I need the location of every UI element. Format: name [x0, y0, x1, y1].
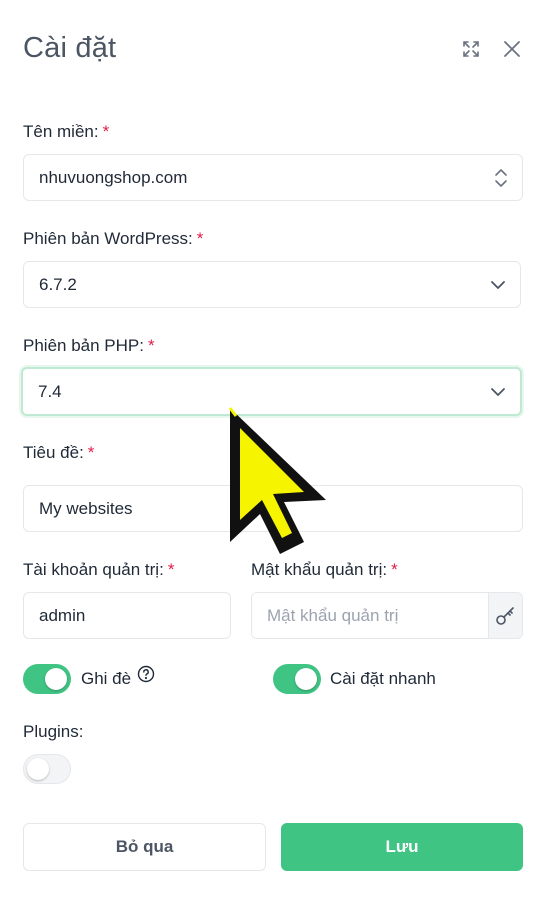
admin-password-input[interactable] [252, 593, 488, 638]
wordpress-version-value: 6.7.2 [39, 274, 77, 294]
expand-icon[interactable] [460, 38, 482, 60]
chevron-down-icon [490, 384, 506, 400]
generate-password-button[interactable] [488, 593, 522, 638]
required-mark: * [196, 229, 204, 248]
php-version-label: Phiên bản PHP: * [23, 336, 155, 355]
required-mark: * [167, 560, 175, 579]
close-icon[interactable] [501, 38, 523, 60]
help-icon[interactable] [137, 665, 155, 683]
site-title-value: My websites [39, 498, 133, 518]
admin-user-value: admin [39, 605, 86, 625]
wordpress-version-select[interactable]: 6.7.2 [23, 261, 521, 308]
chevron-down-icon [490, 277, 506, 293]
quick-install-label: Cài đặt nhanh [330, 669, 436, 688]
admin-password-group [251, 592, 523, 639]
chevron-updown-icon [493, 166, 509, 190]
admin-password-label: Mật khẩu quản trị: * [251, 560, 398, 579]
site-title-label: Tiêu đề: * [23, 443, 95, 462]
required-mark: * [87, 443, 95, 462]
domain-value: nhuvuongshop.com [39, 167, 188, 187]
domain-select[interactable]: nhuvuongshop.com [23, 154, 523, 201]
toggle-knob [295, 668, 317, 690]
admin-user-input[interactable]: admin [23, 592, 231, 639]
cancel-button[interactable]: Bỏ qua [23, 823, 266, 871]
key-icon [494, 604, 518, 628]
settings-dialog: Cài đặt Tên miền: * nhuvuongshop.com Phiê… [0, 0, 549, 915]
plugins-toggle[interactable] [23, 754, 71, 784]
mouse-pointer-icon [222, 402, 342, 562]
required-mark: * [102, 122, 110, 141]
domain-label: Tên miền: * [23, 122, 110, 141]
dialog-title: Cài đặt [23, 32, 117, 64]
toggle-knob [27, 758, 49, 780]
plugins-label: Plugins: [23, 722, 84, 741]
toggle-knob [45, 668, 67, 690]
wordpress-version-label: Phiên bản WordPress: * [23, 229, 204, 248]
overwrite-toggle[interactable] [23, 664, 71, 694]
required-mark: * [391, 560, 398, 579]
quick-install-toggle[interactable] [273, 664, 321, 694]
admin-user-label: Tài khoản quản trị: * [23, 560, 175, 579]
php-version-value: 7.4 [38, 381, 62, 401]
required-mark: * [147, 336, 155, 355]
overwrite-label: Ghi đè [81, 669, 132, 688]
save-button[interactable]: Lưu [281, 823, 523, 871]
